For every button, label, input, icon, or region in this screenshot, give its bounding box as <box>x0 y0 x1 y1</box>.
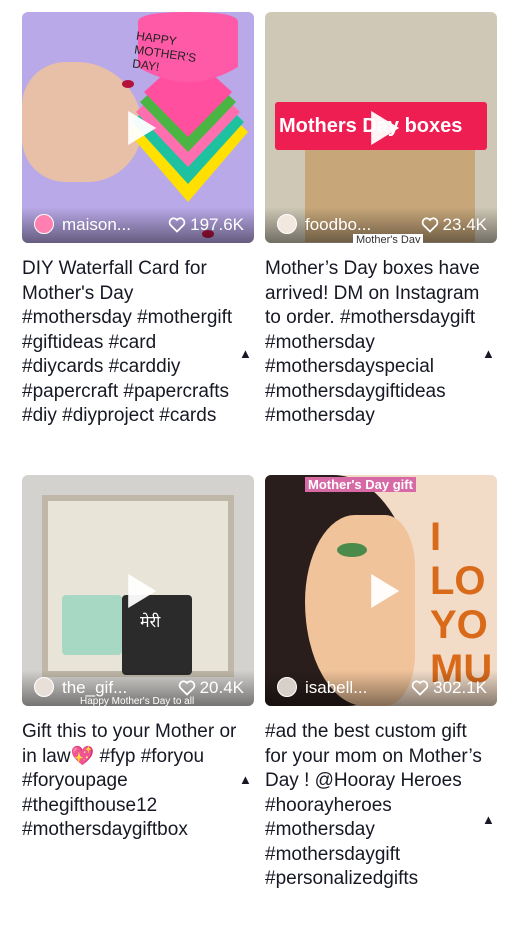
video-card[interactable]: Mother's Day gift I LO YO MU isabell... … <box>265 475 497 892</box>
video-caption[interactable]: Gift this to your Mother or in law💖 #fyp… <box>22 720 240 843</box>
thumbnail-text: Mother's Day gift <box>305 477 416 492</box>
heart-outline-icon <box>411 680 429 696</box>
video-caption[interactable]: #ad the best custom gift for your mom on… <box>265 720 483 892</box>
video-thumbnail[interactable]: मेरी the_gif... 20.4K Happy Mother's Day… <box>22 475 254 706</box>
like-count-value: 23.4K <box>442 215 487 234</box>
thumbnail-text: मेरी <box>140 614 161 631</box>
username[interactable]: foodbo... <box>305 215 371 235</box>
avatar[interactable] <box>277 214 297 234</box>
like-count: 23.4K <box>421 215 487 235</box>
video-thumbnail[interactable]: Mother's Day gift I LO YO MU isabell... … <box>265 475 497 706</box>
video-caption[interactable]: DIY Waterfall Card for Mother's Day #mot… <box>22 257 240 429</box>
heart-outline-icon <box>178 680 195 696</box>
video-thumbnail[interactable]: Mothers Day boxes foodbo... 23.4K Mother… <box>265 12 497 243</box>
avatar[interactable] <box>277 677 297 697</box>
thumbnail-eye <box>337 543 367 557</box>
caret-up-icon[interactable]: ▲ <box>239 772 252 787</box>
like-count: 20.4K <box>178 678 244 698</box>
like-count: 302.1K <box>411 678 487 698</box>
caret-up-icon[interactable]: ▲ <box>239 346 252 361</box>
thumbnail-subtext: Happy Mother's Day to all <box>80 696 195 706</box>
avatar[interactable] <box>34 677 54 697</box>
like-count: 197.6K <box>168 215 244 235</box>
caret-up-icon[interactable]: ▲ <box>482 346 495 361</box>
username[interactable]: maison... <box>62 215 131 235</box>
like-count-value: 302.1K <box>433 678 487 697</box>
video-thumbnail[interactable]: HAPPY MOTHER'S DAY! maison... 197.6K <box>22 12 254 243</box>
caret-up-icon[interactable]: ▲ <box>482 812 495 827</box>
video-card[interactable]: Mothers Day boxes foodbo... 23.4K Mother… <box>265 12 497 429</box>
play-icon[interactable] <box>371 110 400 145</box>
heart-outline-icon <box>168 217 186 233</box>
video-card[interactable]: HAPPY MOTHER'S DAY! maison... 197.6K DIY… <box>22 12 254 429</box>
like-count-value: 197.6K <box>190 215 244 234</box>
username[interactable]: isabell... <box>305 678 367 698</box>
avatar[interactable] <box>34 214 54 234</box>
play-icon[interactable] <box>371 573 400 608</box>
username[interactable]: the_gif... <box>62 678 127 698</box>
play-icon[interactable] <box>128 110 157 145</box>
thumbnail-subtext: Mother's Day <box>353 234 424 243</box>
heart-outline-icon <box>421 217 438 233</box>
play-icon[interactable] <box>128 573 157 608</box>
video-caption[interactable]: Mother’s Day boxes have arrived! DM on I… <box>265 257 483 429</box>
thumbnail-nail <box>122 80 134 88</box>
thumbnail-subtext: I LO YO MU <box>430 515 493 691</box>
like-count-value: 20.4K <box>199 678 244 697</box>
video-card[interactable]: मेरी the_gif... 20.4K Happy Mother's Day… <box>22 475 254 843</box>
thumbnail-item <box>62 595 122 655</box>
